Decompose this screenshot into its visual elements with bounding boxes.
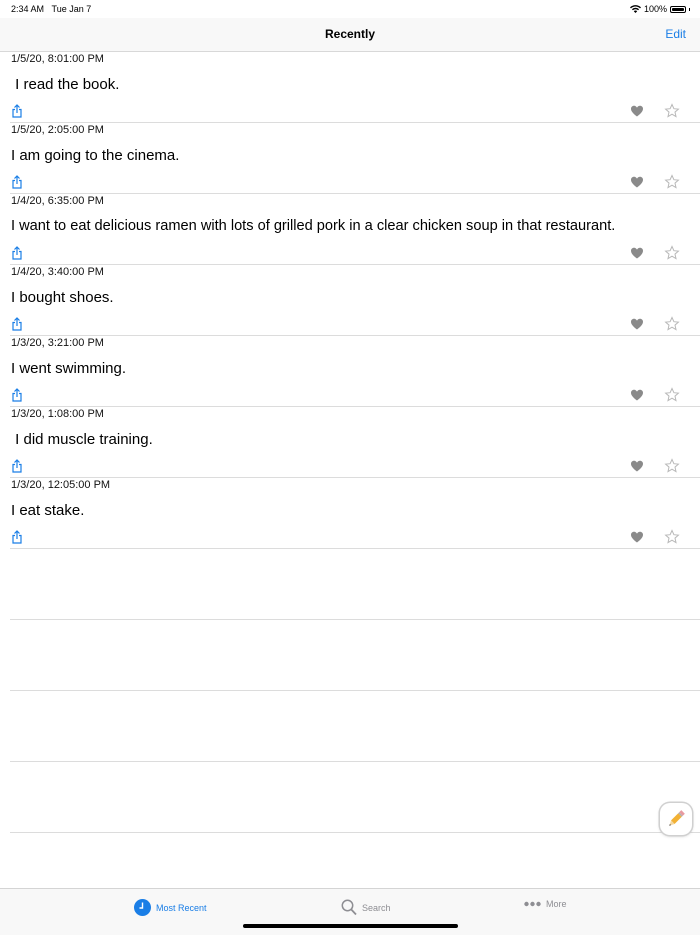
page-title: Recently bbox=[324, 27, 376, 41]
navigation-bar: Recently Edit bbox=[0, 18, 700, 52]
tab-search[interactable]: Search bbox=[341, 899, 391, 916]
entry-text: I bought shoes. bbox=[11, 289, 114, 306]
list-item[interactable]: 1/5/20, 8:01:00 PM I read the book. bbox=[10, 52, 700, 123]
list-item[interactable]: 1/5/20, 2:05:00 PM I am going to the cin… bbox=[10, 123, 700, 194]
status-right: 100% bbox=[629, 4, 690, 14]
tab-most-recent[interactable]: Most Recent bbox=[134, 899, 207, 916]
empty-row bbox=[10, 691, 700, 762]
edit-button[interactable]: Edit bbox=[665, 27, 686, 41]
entry-list: 1/5/20, 8:01:00 PM I read the book. 1/5/… bbox=[0, 52, 700, 833]
entry-text: I did muscle training. bbox=[11, 431, 153, 448]
home-indicator bbox=[243, 924, 458, 928]
ellipsis-icon bbox=[524, 901, 541, 907]
heart-icon[interactable] bbox=[630, 317, 644, 331]
list-item[interactable]: 1/3/20, 1:08:00 PM I did muscle training… bbox=[10, 407, 700, 478]
battery-icon bbox=[670, 5, 686, 13]
list-item[interactable]: 1/3/20, 12:05:00 PM I eat stake. bbox=[10, 478, 700, 549]
heart-icon[interactable] bbox=[630, 530, 644, 544]
share-icon[interactable] bbox=[10, 530, 24, 544]
entry-date: 1/3/20, 12:05:00 PM bbox=[11, 479, 111, 491]
status-bar: 2:34 AM Tue Jan 7 100% bbox=[0, 0, 700, 18]
heart-icon[interactable] bbox=[630, 104, 644, 118]
compose-button[interactable] bbox=[660, 803, 692, 835]
star-icon[interactable] bbox=[664, 458, 680, 474]
entry-date: 1/3/20, 3:21:00 PM bbox=[11, 337, 104, 349]
star-icon[interactable] bbox=[664, 387, 680, 403]
heart-icon[interactable] bbox=[630, 246, 644, 260]
entry-date: 1/5/20, 2:05:00 PM bbox=[11, 124, 104, 136]
star-icon[interactable] bbox=[664, 529, 680, 545]
empty-row bbox=[10, 620, 700, 691]
battery-percent: 100% bbox=[643, 4, 667, 14]
list-item[interactable]: 1/3/20, 3:21:00 PM I went swimming. bbox=[10, 336, 700, 407]
clock-icon bbox=[134, 899, 151, 916]
status-time: 2:34 AM Tue Jan 7 bbox=[11, 4, 92, 14]
magnifier-icon bbox=[341, 899, 357, 916]
heart-icon[interactable] bbox=[630, 175, 644, 189]
wifi-icon bbox=[629, 5, 641, 13]
pencil-icon bbox=[669, 810, 685, 826]
star-icon[interactable] bbox=[664, 103, 680, 119]
empty-row bbox=[10, 762, 700, 833]
tab-label: Most Recent bbox=[156, 902, 207, 913]
list-item[interactable]: 1/4/20, 3:40:00 PM I bought shoes. bbox=[10, 265, 700, 336]
entry-date: 1/4/20, 6:35:00 PM bbox=[11, 195, 104, 207]
status-date: Tue Jan 7 bbox=[51, 4, 92, 14]
heart-icon[interactable] bbox=[630, 388, 644, 402]
entry-text: I read the book. bbox=[11, 76, 120, 93]
entry-text: I want to eat delicious ramen with lots … bbox=[11, 218, 616, 234]
share-icon[interactable] bbox=[10, 459, 24, 473]
list-item[interactable]: 1/4/20, 6:35:00 PM I want to eat delicio… bbox=[10, 194, 700, 265]
tab-label: More bbox=[546, 899, 567, 909]
share-icon[interactable] bbox=[10, 246, 24, 260]
share-icon[interactable] bbox=[10, 104, 24, 118]
entry-date: 1/5/20, 8:01:00 PM bbox=[11, 53, 104, 65]
empty-row bbox=[10, 549, 700, 620]
star-icon[interactable] bbox=[664, 174, 680, 190]
share-icon[interactable] bbox=[10, 317, 24, 331]
entry-date: 1/3/20, 1:08:00 PM bbox=[11, 408, 104, 420]
entry-text: I am going to the cinema. bbox=[11, 147, 180, 164]
star-icon[interactable] bbox=[664, 245, 680, 261]
share-icon[interactable] bbox=[10, 388, 24, 402]
entry-text: I went swimming. bbox=[11, 360, 127, 377]
entry-date: 1/4/20, 3:40:00 PM bbox=[11, 266, 104, 278]
tab-label: Search bbox=[362, 902, 391, 913]
entry-text: I eat stake. bbox=[11, 502, 85, 519]
tab-more[interactable]: More bbox=[524, 899, 567, 909]
heart-icon[interactable] bbox=[630, 459, 644, 473]
star-icon[interactable] bbox=[664, 316, 680, 332]
share-icon[interactable] bbox=[10, 175, 24, 189]
